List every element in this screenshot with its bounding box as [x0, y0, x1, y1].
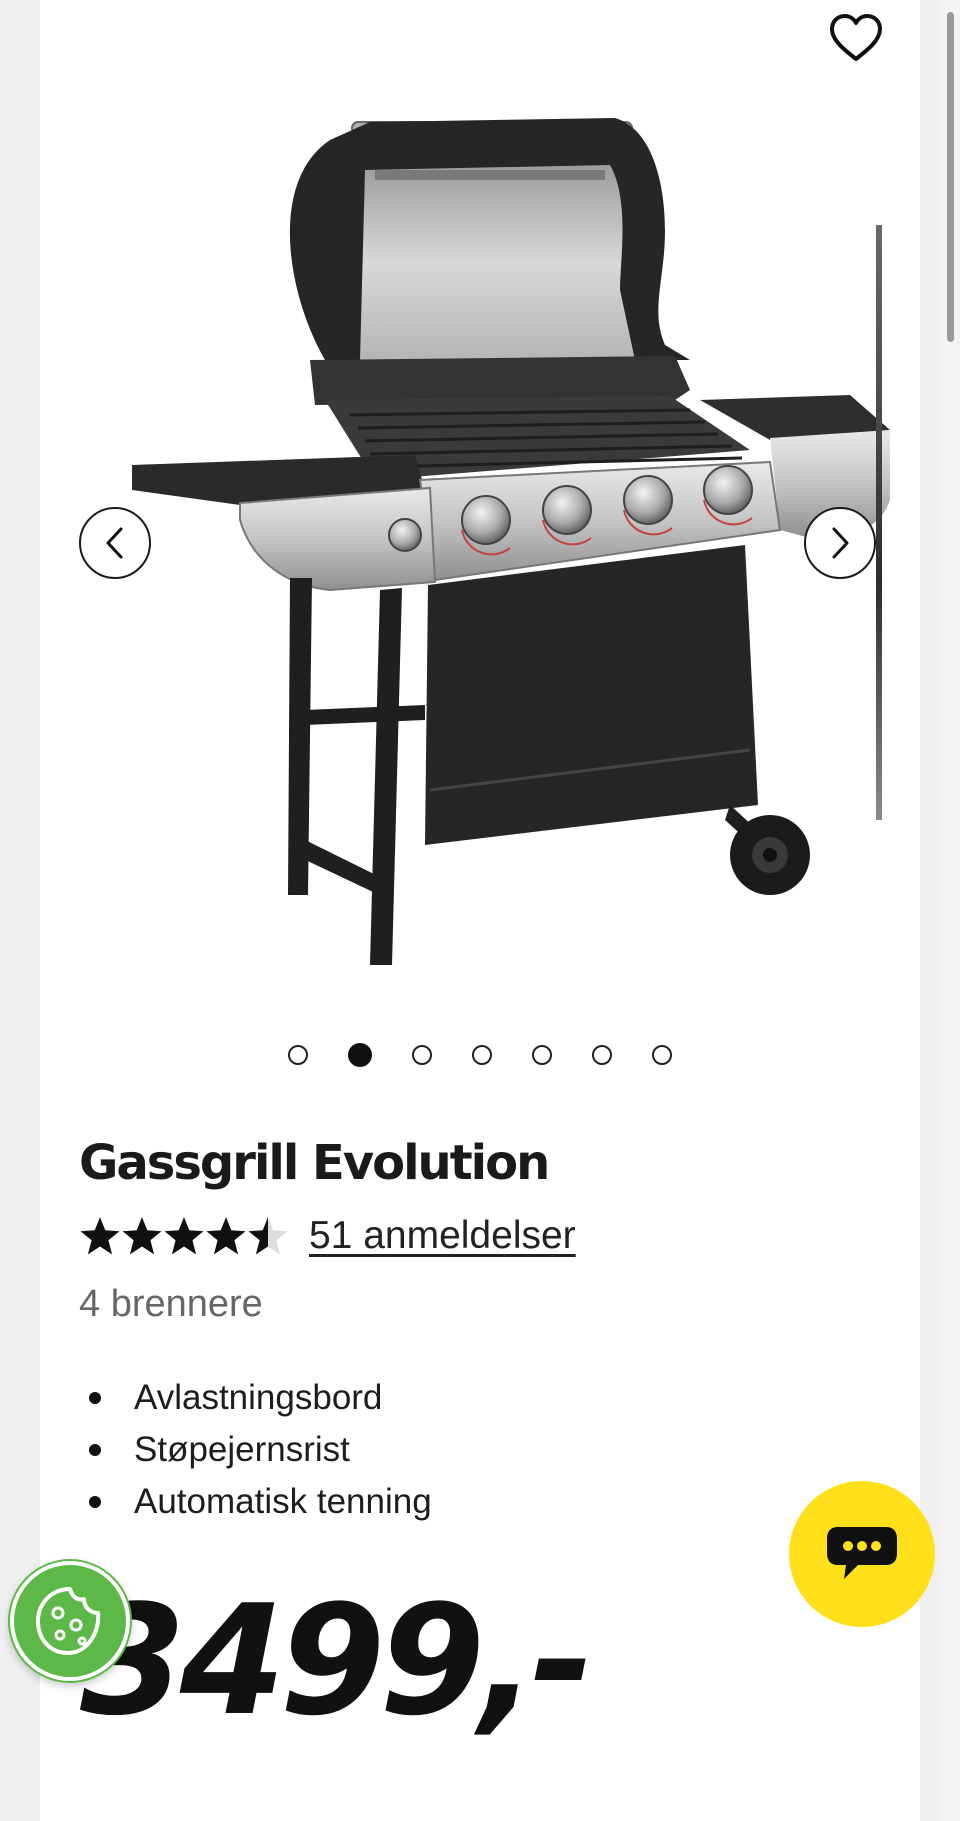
next-image-peek	[876, 225, 882, 820]
gallery-dot[interactable]	[412, 1045, 432, 1065]
feature-text: Avlastningsbord	[134, 1378, 383, 1417]
bullet-icon	[89, 1392, 101, 1404]
feature-item: Støpejernsrist	[79, 1424, 432, 1476]
chat-bubble-icon	[827, 1527, 897, 1579]
bullet-icon	[89, 1496, 101, 1508]
gallery-dot[interactable]	[592, 1045, 612, 1065]
feature-text: Automatisk tenning	[134, 1482, 432, 1521]
feature-text: Støpejernsrist	[134, 1430, 350, 1469]
rating-row: 51 anmeldelser	[79, 1210, 576, 1262]
star-icon	[80, 1217, 120, 1255]
product-subtitle: 4 brennere	[79, 1283, 263, 1325]
feature-list: Avlastningsbord Støpejernsrist Automatis…	[79, 1372, 432, 1528]
star-icon	[206, 1217, 246, 1255]
gallery-pagination	[40, 1043, 920, 1069]
bullet-icon	[89, 1444, 101, 1456]
product-title: Gassgrill Evolution	[79, 1135, 550, 1191]
product-gallery[interactable]	[40, 0, 920, 1067]
star-icon	[248, 1217, 288, 1255]
gallery-dot[interactable]	[652, 1045, 672, 1065]
heart-icon	[830, 14, 882, 61]
product-image	[132, 118, 890, 965]
star-icon	[164, 1217, 204, 1255]
gallery-dot[interactable]	[532, 1045, 552, 1065]
gallery-prev-button[interactable]	[79, 507, 151, 579]
wishlist-button[interactable]	[824, 8, 888, 68]
scrollbar[interactable]	[940, 0, 960, 1821]
gallery-dot[interactable]	[472, 1045, 492, 1065]
chat-button[interactable]	[789, 1481, 935, 1627]
chevron-left-icon	[106, 527, 123, 559]
feature-item: Avlastningsbord	[79, 1372, 432, 1424]
gallery-dot[interactable]	[348, 1043, 372, 1067]
gallery-next-button[interactable]	[804, 507, 876, 579]
star-icon	[122, 1217, 162, 1255]
feature-item: Automatisk tenning	[79, 1476, 432, 1528]
cookie-icon	[36, 1587, 101, 1655]
gallery-dot[interactable]	[288, 1045, 308, 1065]
reviews-link[interactable]: 51 anmeldelser	[309, 1214, 576, 1258]
star-rating	[79, 1215, 289, 1257]
product-price: 3499,-	[80, 1572, 594, 1749]
chevron-right-icon	[832, 527, 849, 559]
cookie-settings-button[interactable]	[10, 1561, 130, 1681]
scrollbar-thumb[interactable]	[947, 12, 954, 342]
